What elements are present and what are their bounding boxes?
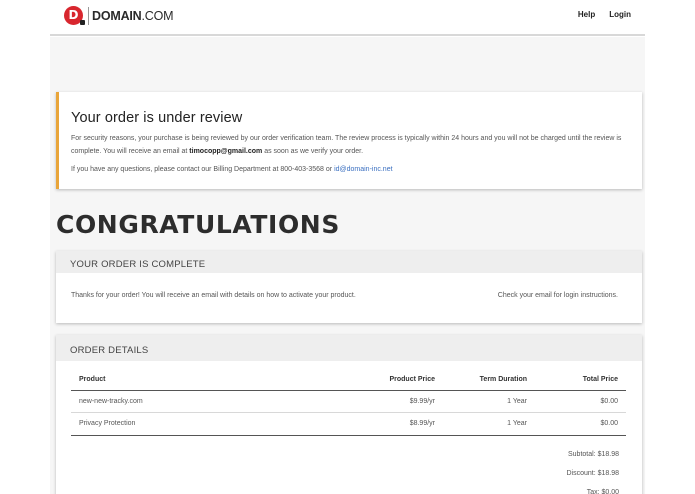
billing-email-link[interactable]: id@domain-inc.net [334, 166, 392, 173]
product-name: new-new-tracky.com [71, 390, 347, 413]
tax: Tax: $0.00 [586, 489, 619, 494]
review-title: Your order is under review [71, 110, 243, 126]
total-price: $0.00 [535, 390, 626, 413]
column-header-term-duration: Term Duration [443, 370, 535, 391]
product-price: $9.99/yr [347, 390, 443, 413]
billing-contact: If you have any questions, please contac… [71, 166, 393, 173]
order-complete-panel: YOUR ORDER IS COMPLETE Thanks for your o… [56, 251, 642, 323]
order-details-panel: ORDER DETAILS Product Product Price Term… [56, 335, 642, 494]
logo-mark-icon: D [64, 6, 85, 25]
order-table: Product Product Price Term Duration Tota… [71, 370, 626, 436]
domain-logo[interactable]: D DOMAIN.COM [64, 6, 174, 25]
review-message: For security reasons, your purchase is b… [71, 135, 622, 155]
main-content: Your order is under review For security … [50, 37, 645, 494]
discount: Discount: $18.98 [566, 470, 619, 477]
customer-email: timocopp@gmail.com [189, 148, 263, 155]
term-duration: 1 Year [443, 390, 535, 413]
product-price: $8.99/yr [347, 412, 443, 436]
table-row: new-new-tracky.com $9.99/yr 1 Year $0.00 [71, 390, 626, 413]
header-nav: Help Login [578, 10, 631, 19]
term-duration: 1 Year [443, 412, 535, 436]
column-header-product-price: Product Price [347, 370, 443, 391]
order-review-notice: Your order is under review For security … [56, 92, 642, 189]
table-header-row: Product Product Price Term Duration Tota… [71, 370, 626, 391]
login-instructions-note: Check your email for login instructions. [497, 292, 618, 299]
logo-divider [88, 6, 89, 25]
column-header-product: Product [71, 370, 347, 391]
congratulations-heading: CONGRATULATIONS [56, 210, 340, 239]
logo-text: DOMAIN.COM [92, 8, 174, 23]
subtotal: Subtotal: $18.98 [568, 451, 619, 458]
order-summary: Subtotal: $18.98 Discount: $18.98 Tax: $… [566, 445, 619, 494]
order-complete-header: YOUR ORDER IS COMPLETE [56, 251, 642, 273]
order-details-header: ORDER DETAILS [56, 335, 642, 361]
order-complete-message: Thanks for your order! You will receive … [71, 292, 356, 299]
help-link[interactable]: Help [578, 10, 595, 19]
login-link[interactable]: Login [609, 10, 631, 19]
total-price: $0.00 [535, 412, 626, 436]
table-row: Privacy Protection $8.99/yr 1 Year $0.00 [71, 412, 626, 436]
column-header-total-price: Total Price [535, 370, 626, 391]
top-navbar: D DOMAIN.COM Help Login [50, 0, 645, 36]
product-name: Privacy Protection [71, 412, 347, 436]
